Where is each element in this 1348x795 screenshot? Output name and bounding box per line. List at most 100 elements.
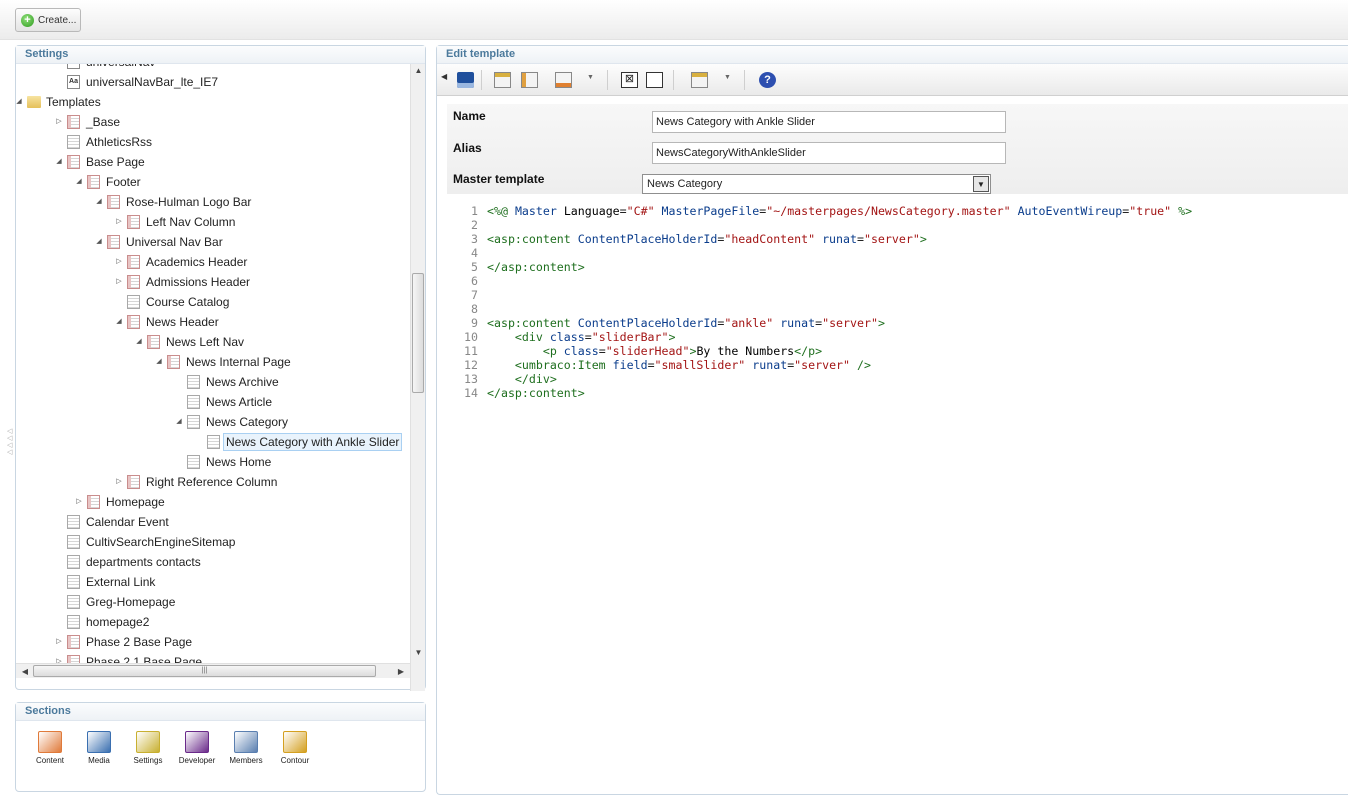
tree-item[interactable]: ◢ News Header — [16, 312, 410, 332]
tree-item[interactable]: AthleticsRss — [16, 132, 410, 152]
template-icon — [67, 115, 80, 129]
chevron-down-icon[interactable]: ▼ — [587, 74, 594, 81]
tree-item[interactable]: ▷ Academics Header — [16, 252, 410, 272]
template-icon — [67, 595, 80, 609]
members-icon — [234, 731, 258, 753]
tree-item[interactable]: ▷ Homepage — [16, 492, 410, 512]
collapse-toggle-icon[interactable]: ◢ — [154, 352, 164, 372]
tree-item-label: AthleticsRss — [86, 135, 153, 149]
tree-item-label: News Article — [206, 395, 273, 409]
insert-content-area-icon[interactable] — [555, 72, 572, 88]
collapse-toggle-icon[interactable]: ◢ — [16, 92, 24, 112]
expand-toggle-icon[interactable]: ▷ — [114, 212, 124, 232]
tree-item[interactable]: ▷ Right Reference Column — [16, 472, 410, 492]
tree-item[interactable]: Aa universalNavBar_lte_IE7 — [16, 72, 410, 92]
collapse-arrow-icon[interactable]: ◀ — [441, 72, 449, 88]
tree-item-label: universalNavBar_lte_IE7 — [86, 75, 219, 89]
scroll-down-arrow-icon[interactable]: ▼ — [411, 646, 426, 660]
tree-vertical-scrollbar[interactable]: ▲ ▼ — [410, 64, 425, 691]
scrollbar-thumb[interactable]: ||| — [33, 665, 376, 677]
section-developer[interactable]: Developer — [175, 731, 219, 765]
template-icon — [207, 435, 220, 449]
insert-snippet-icon[interactable] — [691, 72, 708, 88]
scroll-right-arrow-icon[interactable]: ▶ — [394, 664, 408, 679]
tree-item[interactable]: ▷ Admissions Header — [16, 272, 410, 292]
expand-toggle-icon[interactable]: ▷ — [114, 472, 124, 492]
template-icon — [87, 495, 100, 509]
tree-item[interactable]: Aa universalNav — [16, 64, 410, 72]
save-icon[interactable] — [457, 72, 474, 88]
expand-toggle-icon[interactable]: ▷ — [54, 112, 64, 132]
collapse-toggle-icon[interactable]: ◢ — [54, 152, 64, 172]
scroll-left-arrow-icon[interactable]: ◀ — [18, 664, 32, 679]
tree-item[interactable]: departments contacts — [16, 552, 410, 572]
tree-item[interactable]: ▷ Left Nav Column — [16, 212, 410, 232]
alias-field[interactable]: NewsCategoryWithAnkleSlider — [652, 142, 1006, 164]
tree-item-label: _Base — [86, 115, 121, 129]
remove-placeholder-icon[interactable]: ⊠ — [621, 72, 638, 88]
tree-item[interactable]: External Link — [16, 572, 410, 592]
alias-label: Alias — [453, 141, 482, 155]
tree-item[interactable]: Course Catalog — [16, 292, 410, 312]
code-line: 1 <%@ Master Language="C#" MasterPageFile… — [471, 204, 1193, 218]
tree-item[interactable]: ◢ Footer — [16, 172, 410, 192]
tree-item[interactable]: News Archive — [16, 372, 410, 392]
tree-item[interactable]: News Category with Ankle Slider — [16, 432, 410, 452]
top-toolbar: + Create... — [0, 0, 1348, 40]
expand-toggle-icon[interactable]: ▷ — [74, 492, 84, 512]
collapse-toggle-icon[interactable]: ◢ — [94, 232, 104, 252]
help-icon[interactable]: ? — [759, 72, 776, 88]
chevron-down-icon[interactable]: ▼ — [724, 74, 731, 81]
tree-item-label: Course Catalog — [146, 295, 230, 309]
tree-item[interactable]: Calendar Event — [16, 512, 410, 532]
section-content[interactable]: Content — [28, 731, 72, 765]
expand-toggle-icon[interactable]: ▷ — [114, 252, 124, 272]
tree-item[interactable]: News Home — [16, 452, 410, 472]
code-editor[interactable]: 1 <%@ Master Language="C#" MasterPageFile… — [447, 204, 1348, 444]
panel-resize-grip[interactable]: ◁ ◁ ◁ ◁ — [7, 428, 13, 458]
tree-item[interactable]: homepage2 — [16, 612, 410, 632]
stylesheet-icon: Aa — [67, 64, 80, 69]
tree-item[interactable]: ◢ News Internal Page — [16, 352, 410, 372]
insert-macro-icon[interactable] — [521, 72, 538, 88]
settings-panel: Settings Aa universalNav Aa universalNavBar… — [15, 45, 426, 691]
tree-item[interactable]: ▷ _Base — [16, 112, 410, 132]
section-label: Media — [88, 756, 110, 765]
template-icon — [147, 335, 160, 349]
chevron-down-icon[interactable]: ▼ — [973, 176, 989, 192]
section-members[interactable]: Members — [224, 731, 268, 765]
section-settings[interactable]: Settings — [126, 731, 170, 765]
section-media[interactable]: Media — [77, 731, 121, 765]
tree-item[interactable]: CultivSearchEngineSitemap — [16, 532, 410, 552]
collapse-toggle-icon[interactable]: ◢ — [134, 332, 144, 352]
insert-field-icon[interactable] — [494, 72, 511, 88]
tree-item[interactable]: ◢ News Category — [16, 412, 410, 432]
tree-item[interactable]: News Article — [16, 392, 410, 412]
tree-item[interactable]: ◢ News Left Nav — [16, 332, 410, 352]
master-template-select[interactable]: News Category ▼ — [642, 174, 991, 194]
tree-item-label: News Internal Page — [186, 355, 291, 369]
collapse-toggle-icon[interactable]: ◢ — [94, 192, 104, 212]
code-line: 4 — [471, 246, 478, 260]
tree-item[interactable]: ◢ Rose-Hulman Logo Bar — [16, 192, 410, 212]
tree-item[interactable]: Greg-Homepage — [16, 592, 410, 612]
edit-template-panel: Edit template ◀ ▼ ⊠ ▼ ? Name News Catego… — [436, 45, 1348, 795]
tree-horizontal-scrollbar[interactable]: ◀ ||| ▶ — [16, 663, 410, 678]
tree-item[interactable]: ◢ Universal Nav Bar — [16, 232, 410, 252]
settings-tree: Aa universalNav Aa universalNavBar_lte_IE7 ◢… — [16, 64, 410, 708]
tree-item[interactable]: ◢ Base Page — [16, 152, 410, 172]
section-contour[interactable]: Contour — [273, 731, 317, 765]
scroll-up-arrow-icon[interactable]: ▲ — [411, 64, 426, 78]
collapse-toggle-icon[interactable]: ◢ — [74, 172, 84, 192]
tree-item[interactable]: ◢ Templates — [16, 92, 410, 112]
create-button[interactable]: + Create... — [15, 8, 81, 32]
tree-item[interactable]: ▷ Phase 2 Base Page — [16, 632, 410, 652]
expand-toggle-icon[interactable]: ▷ — [114, 272, 124, 292]
expand-toggle-icon[interactable]: ▷ — [54, 632, 64, 652]
name-field[interactable]: News Category with Ankle Slider — [652, 111, 1006, 133]
collapse-toggle-icon[interactable]: ◢ — [174, 412, 184, 432]
name-label: Name — [453, 109, 486, 123]
collapse-toggle-icon[interactable]: ◢ — [114, 312, 124, 332]
placeholder-icon[interactable] — [646, 72, 663, 88]
scrollbar-thumb[interactable] — [412, 273, 424, 393]
